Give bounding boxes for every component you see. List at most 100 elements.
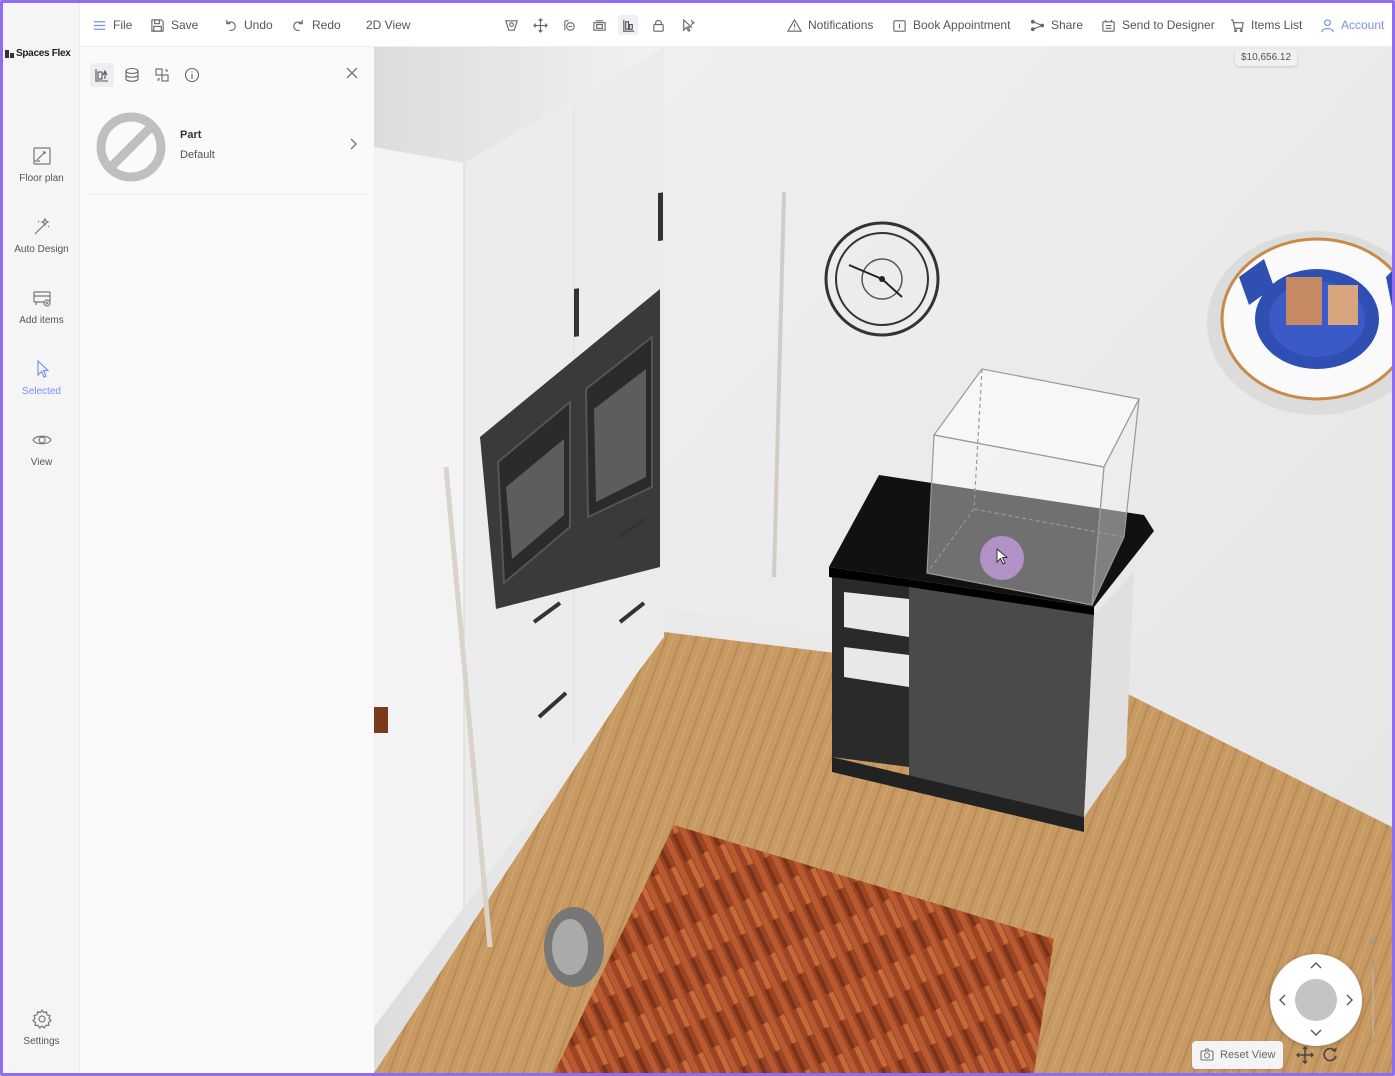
move-tool[interactable] xyxy=(530,15,550,35)
move-icon xyxy=(532,17,548,33)
nav-left-icon[interactable] xyxy=(1274,992,1290,1008)
zoom-slider[interactable] xyxy=(1369,937,1377,1047)
hamburger-icon xyxy=(93,20,106,30)
share-button[interactable]: Share xyxy=(1030,15,1083,35)
designer-icon xyxy=(1102,19,1115,32)
cursor-icon xyxy=(36,359,50,378)
mouse-cursor-icon xyxy=(996,548,1009,565)
rail-item-settings[interactable]: Settings xyxy=(3,1008,80,1047)
layers-icon xyxy=(592,19,606,31)
save-icon xyxy=(151,18,164,32)
nav-right-icon[interactable] xyxy=(1342,992,1358,1008)
left-rail: Spaces Flex Floor plan Auto Design Add i… xyxy=(3,3,80,1073)
undo-label: Undo xyxy=(244,18,273,32)
close-icon[interactable] xyxy=(344,65,360,81)
tab-info[interactable] xyxy=(180,63,204,87)
account-button[interactable]: Account xyxy=(1320,15,1384,35)
send-to-designer-label: Send to Designer xyxy=(1122,18,1215,32)
rail-item-floor-plan[interactable]: Floor plan xyxy=(3,145,80,184)
items-list-button[interactable]: Items List xyxy=(1230,15,1302,35)
eye-icon xyxy=(31,435,52,445)
send-to-designer-button[interactable]: Send to Designer xyxy=(1101,15,1215,35)
camera-icon xyxy=(504,19,518,31)
rail-label-floor-plan: Floor plan xyxy=(19,173,64,184)
floor-plan-icon xyxy=(32,147,51,165)
camera-tool[interactable] xyxy=(501,15,521,35)
total-price-badge: $10,656.12 xyxy=(1235,49,1298,66)
account-label: Account xyxy=(1341,18,1385,32)
2d-view-button[interactable]: 2D View xyxy=(366,15,410,35)
reset-view-button[interactable]: Reset View xyxy=(1192,1041,1284,1069)
app-window: Spaces Flex Floor plan Auto Design Add i… xyxy=(0,0,1395,1076)
nav-down-icon[interactable] xyxy=(1308,1025,1324,1041)
select-tool[interactable] xyxy=(677,15,697,35)
info-icon xyxy=(184,67,200,83)
reset-view-label: Reset View xyxy=(1220,1049,1276,1061)
magic-wand-icon xyxy=(34,217,49,235)
lock-icon xyxy=(652,19,664,32)
rail-label-settings: Settings xyxy=(23,1036,60,1047)
part-value: Default xyxy=(180,149,215,161)
rotate-mode-icon[interactable] xyxy=(1321,1046,1339,1064)
360-view-tool[interactable] xyxy=(559,15,579,35)
lock-tool[interactable] xyxy=(648,15,668,35)
share-label: Share xyxy=(1051,18,1084,32)
2d-view-label: 2D View xyxy=(366,18,411,32)
nav-up-icon[interactable] xyxy=(1308,957,1324,973)
rail-label-view: View xyxy=(30,457,53,468)
no-selection-icon xyxy=(96,112,166,182)
properties-icon xyxy=(95,69,108,82)
select-icon xyxy=(682,18,695,32)
material-icon xyxy=(125,67,139,82)
properties-panel: Part Default xyxy=(80,47,374,1073)
rail-item-add-items[interactable]: Add items xyxy=(3,287,80,326)
align-icon xyxy=(622,19,634,32)
rail-item-view[interactable]: View xyxy=(3,429,80,468)
rail-label-selected: Selected xyxy=(22,386,61,397)
undo-button[interactable]: Undo xyxy=(223,15,273,35)
layers-tool[interactable] xyxy=(589,15,609,35)
save-label: Save xyxy=(171,18,199,32)
file-label: File xyxy=(113,18,133,32)
selection-box xyxy=(926,368,1140,606)
room-scene xyxy=(374,47,1392,1073)
align-tool[interactable] xyxy=(618,15,638,35)
rail-label-add-items: Add items xyxy=(19,315,64,326)
notifications-label: Notifications xyxy=(808,18,874,32)
save-button[interactable]: Save xyxy=(150,15,198,35)
tab-replace[interactable] xyxy=(150,63,174,87)
warning-icon xyxy=(787,18,802,32)
share-icon xyxy=(1030,19,1045,31)
tab-properties[interactable] xyxy=(90,63,114,87)
rail-label-auto-design: Auto Design xyxy=(14,244,69,255)
redo-icon xyxy=(293,19,303,31)
camera-nav-pad[interactable] xyxy=(1270,954,1362,1046)
redo-label: Redo xyxy=(312,18,341,32)
book-appointment-button[interactable]: Book Appointment xyxy=(892,15,1010,35)
brand-name: Spaces Flex xyxy=(16,48,71,59)
redo-button[interactable]: Redo xyxy=(291,15,341,35)
user-icon xyxy=(1321,18,1334,32)
brand-logo[interactable]: Spaces Flex xyxy=(5,48,77,59)
nav-joystick[interactable] xyxy=(1295,979,1337,1021)
camera-reset-icon xyxy=(1200,1048,1214,1061)
add-items-icon xyxy=(32,291,51,307)
notifications-button[interactable]: Notifications xyxy=(787,15,873,35)
cart-icon xyxy=(1230,18,1244,32)
calendar-icon xyxy=(893,19,906,32)
tab-material[interactable] xyxy=(120,63,144,87)
top-toolbar: File Save Undo Redo 2D View Notification… xyxy=(80,3,1392,47)
rail-item-auto-design[interactable]: Auto Design xyxy=(3,216,80,255)
file-menu-button[interactable]: File xyxy=(92,15,132,35)
book-appointment-label: Book Appointment xyxy=(913,18,1011,32)
gear-icon xyxy=(31,1008,52,1029)
part-title: Part xyxy=(180,129,202,141)
rail-item-selected[interactable]: Selected xyxy=(3,358,80,397)
undo-icon xyxy=(226,19,236,31)
items-list-label: Items List xyxy=(1251,18,1303,32)
chevron-right-icon xyxy=(350,138,357,150)
part-option-row[interactable]: Part Default xyxy=(90,107,368,195)
pan-mode-icon[interactable] xyxy=(1296,1046,1314,1064)
replace-icon xyxy=(155,68,169,82)
3d-viewport[interactable]: $10,656.12 Reset View xyxy=(374,47,1392,1073)
